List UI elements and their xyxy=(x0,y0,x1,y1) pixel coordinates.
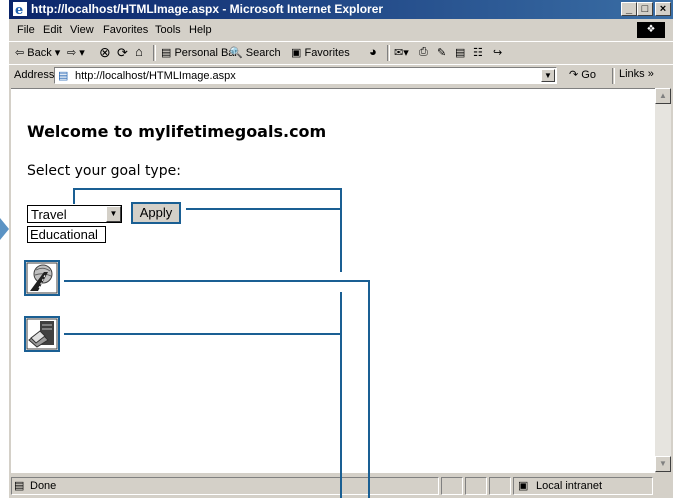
edit-icon[interactable]: ✎ xyxy=(437,46,446,59)
status-cell xyxy=(489,477,511,495)
education-image-button[interactable] xyxy=(24,316,60,352)
intranet-icon: ▣ xyxy=(518,480,529,492)
status-zone: ▣ Local intranet xyxy=(513,477,653,495)
mail-icon[interactable]: ✉▾ xyxy=(394,46,409,59)
search-icon: 🔍 xyxy=(229,47,243,59)
back-button[interactable]: ⇦ Back ▾ xyxy=(15,46,60,59)
goal-type-select[interactable]: Travel ▼ xyxy=(27,205,122,223)
personal-bar-button[interactable]: ▤ Personal Bar xyxy=(161,46,238,59)
menu-bar: File Edit View Favorites Tools Help ❖ xyxy=(9,21,673,39)
favorites-icon: ▣ xyxy=(291,47,302,59)
address-bar: Address ▤ http://localhost/HTMLImage.asp… xyxy=(9,64,673,87)
go-button[interactable]: ↷ Go xyxy=(569,68,596,81)
favorites-label: Favorites xyxy=(304,47,350,59)
scroll-up-arrow[interactable]: ▲ xyxy=(655,88,671,104)
windows-logo-icon: ❖ xyxy=(637,22,665,38)
browser-window: e http://localhost/HTMLImage.aspx - Micr… xyxy=(9,0,673,498)
address-dropdown-arrow[interactable]: ▼ xyxy=(541,69,555,82)
menu-view[interactable]: View xyxy=(70,24,94,36)
svg-text:e: e xyxy=(15,3,23,16)
history-icon[interactable]: ◕ xyxy=(369,44,377,59)
page-heading: Welcome to mylifetimegoals.com xyxy=(27,122,327,141)
goal-type-selected: Travel xyxy=(31,207,67,222)
toolbar: ⇦ Back ▾ ⇨ ▾ ⊗ ⟳ ⌂ ▤ Personal Bar 🔍 Sear… xyxy=(9,41,673,64)
search-label: Search xyxy=(245,47,281,59)
maximize-button[interactable]: □ xyxy=(637,2,653,16)
messenger-icon[interactable]: ☷ xyxy=(473,46,483,59)
page-content: Welcome to mylifetimegoals.com Select yo… xyxy=(11,88,655,473)
status-bar: ▤ Done ▣ Local intranet xyxy=(9,474,673,498)
travel-image-button[interactable] xyxy=(24,260,60,296)
related-icon[interactable]: ↪ xyxy=(493,46,502,59)
menu-file[interactable]: File xyxy=(17,24,35,36)
status-cell xyxy=(465,477,487,495)
minimize-button[interactable]: _ xyxy=(621,2,637,16)
refresh-icon[interactable]: ⟳ xyxy=(117,45,128,61)
go-label: Go xyxy=(581,69,596,81)
status-cell xyxy=(441,477,463,495)
search-button[interactable]: 🔍 Search xyxy=(229,46,281,59)
links-button[interactable]: Links » xyxy=(619,68,654,80)
forward-button[interactable]: ⇨ ▾ xyxy=(67,46,85,59)
status-main: ▤ Done xyxy=(11,477,439,495)
toolbar-separator xyxy=(153,45,156,61)
education-books-icon xyxy=(26,318,58,350)
vertical-scrollbar[interactable]: ▲ ▼ xyxy=(655,88,671,472)
personal-bar-icon: ▤ xyxy=(161,47,172,59)
done-page-icon: ▤ xyxy=(14,480,25,492)
status-text: Done xyxy=(30,480,57,492)
address-label: Address xyxy=(14,69,55,81)
go-arrow-icon: ↷ xyxy=(569,69,579,81)
toolbar-separator xyxy=(612,68,615,84)
toolbar-separator xyxy=(387,45,390,61)
chevron-down-icon[interactable]: ▼ xyxy=(106,206,121,222)
zone-text: Local intranet xyxy=(536,480,603,492)
window-title: http://localhost/HTMLImage.aspx - Micros… xyxy=(31,2,384,16)
address-field[interactable]: ▤ http://localhost/HTMLImage.aspx ▼ xyxy=(54,67,557,84)
menu-help[interactable]: Help xyxy=(189,24,212,36)
ie-logo-icon: e xyxy=(13,2,27,16)
menu-favorites[interactable]: Favorites xyxy=(103,24,148,36)
menu-edit[interactable]: Edit xyxy=(43,24,62,36)
discuss-icon[interactable]: ▤ xyxy=(455,46,465,59)
apply-button[interactable]: Apply xyxy=(131,202,181,224)
menu-tools[interactable]: Tools xyxy=(155,24,181,36)
home-icon[interactable]: ⌂ xyxy=(135,44,143,59)
scroll-down-arrow[interactable]: ▼ xyxy=(655,456,671,472)
print-icon[interactable]: ⎙ xyxy=(419,46,428,59)
stop-icon[interactable]: ⊗ xyxy=(99,44,111,61)
goal-type-prompt: Select your goal type: xyxy=(27,163,181,179)
favorites-button[interactable]: ▣ Favorites xyxy=(291,46,350,59)
travel-road-icon xyxy=(26,262,58,294)
close-button[interactable]: × xyxy=(655,2,671,16)
select-option-educational[interactable]: Educational xyxy=(27,226,106,243)
page-icon: ▤ xyxy=(58,70,69,82)
address-value: http://localhost/HTMLImage.aspx xyxy=(75,70,236,82)
title-bar: e http://localhost/HTMLImage.aspx - Micr… xyxy=(9,0,673,19)
